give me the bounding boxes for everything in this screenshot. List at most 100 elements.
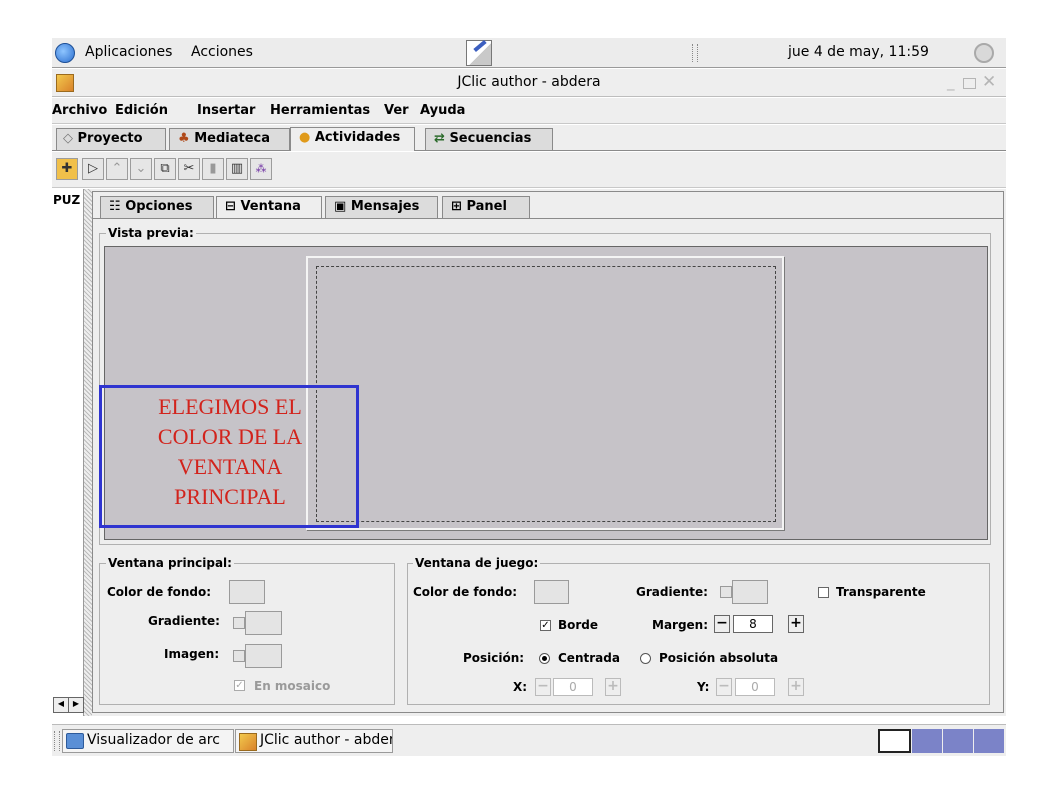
up-arrow-icon[interactable]: ⌃ bbox=[106, 158, 128, 180]
y-label: Y: bbox=[697, 680, 710, 694]
options-icon: ☷ bbox=[109, 199, 121, 214]
file-viewer-icon bbox=[66, 733, 84, 749]
tab-mensajes[interactable]: ▣ Mensajes bbox=[325, 196, 438, 218]
tab-actividades[interactable]: ● Actividades bbox=[290, 127, 415, 151]
applications-menu[interactable]: Aplicaciones bbox=[85, 44, 172, 60]
mosaic-checkbox[interactable]: ✓ bbox=[234, 680, 245, 691]
shuffle-icon[interactable]: ⁂ bbox=[250, 158, 272, 180]
tab-panel[interactable]: ⊞ Panel bbox=[442, 196, 530, 218]
margin-decrement-button[interactable]: − bbox=[714, 615, 730, 633]
annotation-line-1: ELEGIMOS EL bbox=[158, 394, 302, 419]
paste-icon[interactable]: ▮ bbox=[202, 158, 224, 180]
margin-input[interactable]: 8 bbox=[733, 615, 773, 633]
annotation-line-4: PRINCIPAL bbox=[174, 484, 286, 509]
main-image-checkbox[interactable] bbox=[233, 650, 245, 662]
activities-icon: ● bbox=[299, 130, 311, 145]
task-file-viewer[interactable]: Visualizador de arc bbox=[62, 729, 234, 753]
actions-menu[interactable]: Acciones bbox=[191, 44, 253, 60]
media-icon: ♣ bbox=[178, 131, 190, 146]
top-panel: Aplicaciones Acciones jue 4 de may, 11:5… bbox=[52, 38, 1006, 68]
game-bg-color-swatch[interactable] bbox=[534, 580, 569, 604]
maximize-icon[interactable] bbox=[963, 78, 976, 89]
close-icon[interactable]: ✕ bbox=[982, 72, 996, 92]
x-increment-button[interactable]: + bbox=[605, 678, 621, 696]
x-label: X: bbox=[513, 680, 528, 694]
menu-ayuda[interactable]: Ayuda bbox=[420, 103, 465, 118]
x-decrement-button[interactable]: − bbox=[535, 678, 551, 696]
tab-panel-label: Panel bbox=[466, 199, 507, 214]
tab-opciones[interactable]: ☷ Opciones bbox=[100, 196, 214, 218]
annotation-text: ELEGIMOS EL COLOR DE LA VENTANA PRINCIPA… bbox=[130, 392, 330, 512]
transparent-label: Transparente bbox=[836, 585, 926, 599]
main-window-legend: Ventana principal: bbox=[106, 556, 234, 570]
main-bg-color-swatch[interactable] bbox=[229, 580, 265, 604]
main-gradient-swatch[interactable] bbox=[245, 611, 282, 635]
border-checkbox[interactable]: ✓ bbox=[540, 620, 551, 631]
border-label: Borde bbox=[558, 618, 599, 632]
absolute-position-radio[interactable] bbox=[640, 653, 651, 664]
x-input[interactable]: 0 bbox=[553, 678, 593, 696]
clock[interactable]: jue 4 de may, 11:59 bbox=[788, 44, 929, 60]
absolute-position-label: Posición absoluta bbox=[659, 651, 779, 665]
main-gradient-checkbox[interactable] bbox=[233, 617, 245, 629]
workspace-3[interactable] bbox=[943, 729, 973, 753]
transparent-checkbox[interactable] bbox=[818, 587, 829, 598]
activity-list[interactable]: PUZ ◀ ▶ bbox=[52, 189, 84, 716]
window-title: JClic author - abdera bbox=[457, 74, 601, 90]
tab-secuencias[interactable]: ⇄ Secuencias bbox=[425, 128, 553, 150]
text-editor-launcher-icon[interactable] bbox=[466, 39, 492, 66]
taskbar: Visualizador de arc JClic author - abder bbox=[52, 724, 1006, 756]
tab-ventana-label: Ventana bbox=[240, 199, 301, 214]
menu-insertar[interactable]: Insertar bbox=[197, 103, 255, 118]
preview-legend: Vista previa: bbox=[106, 226, 196, 240]
sequences-icon: ⇄ bbox=[434, 131, 445, 146]
tab-mensajes-label: Mensajes bbox=[350, 199, 420, 214]
annotation-line-2: COLOR DE LA bbox=[157, 424, 303, 449]
menu-edicion[interactable]: Edición bbox=[115, 103, 168, 118]
workspace-4[interactable] bbox=[974, 729, 1004, 753]
scroll-left-icon[interactable]: ◀ bbox=[53, 697, 69, 713]
position-label: Posición: bbox=[463, 651, 525, 665]
cut-icon[interactable]: ✂ bbox=[178, 158, 200, 180]
menu-archivo[interactable]: Archivo bbox=[52, 103, 107, 118]
volume-icon[interactable] bbox=[974, 43, 994, 63]
workspace-1[interactable] bbox=[878, 729, 911, 753]
taskbar-handle-icon[interactable] bbox=[54, 731, 60, 751]
game-window-legend: Ventana de juego: bbox=[413, 556, 541, 570]
delete-icon[interactable]: ▥ bbox=[226, 158, 248, 180]
jclic-task-icon bbox=[239, 733, 257, 751]
mosaic-label: En mosaico bbox=[254, 679, 331, 693]
list-item[interactable]: PUZ bbox=[53, 193, 83, 207]
y-increment-button[interactable]: + bbox=[788, 678, 804, 696]
gnome-foot-icon[interactable] bbox=[55, 43, 75, 63]
margin-increment-button[interactable]: + bbox=[788, 615, 804, 633]
game-bg-color-label: Color de fondo: bbox=[413, 585, 518, 599]
task-file-viewer-label: Visualizador de arc bbox=[87, 732, 220, 748]
workspace-2[interactable] bbox=[912, 729, 942, 753]
tab-proyecto[interactable]: ◇ Proyecto bbox=[56, 128, 166, 150]
down-arrow-icon[interactable]: ⌄ bbox=[130, 158, 152, 180]
tab-mediateca[interactable]: ♣ Mediateca bbox=[169, 128, 290, 150]
scroll-right-icon[interactable]: ▶ bbox=[68, 697, 84, 713]
main-tab-bar: ◇ Proyecto ♣ Mediateca ● Actividades ⇄ S… bbox=[52, 125, 1006, 151]
panel-handle-icon[interactable] bbox=[692, 44, 698, 62]
game-gradient-swatch[interactable] bbox=[732, 580, 768, 604]
new-activity-icon[interactable]: ✚ bbox=[56, 158, 78, 180]
game-gradient-checkbox[interactable] bbox=[720, 586, 732, 598]
task-jclic-author[interactable]: JClic author - abder bbox=[235, 729, 393, 753]
y-input[interactable]: 0 bbox=[735, 678, 775, 696]
menu-ver[interactable]: Ver bbox=[384, 103, 409, 118]
tab-ventana[interactable]: ⊟ Ventana bbox=[216, 196, 322, 219]
window-titlebar[interactable]: JClic author - abdera _ ✕ bbox=[52, 69, 1006, 97]
window-icon: ⊟ bbox=[225, 199, 236, 214]
menu-herramientas[interactable]: Herramientas bbox=[270, 103, 370, 118]
minimize-icon[interactable]: _ bbox=[947, 73, 955, 91]
menu-bar: Archivo Edición Insertar Herramientas Ve… bbox=[52, 98, 1006, 124]
play-icon[interactable]: ▷ bbox=[82, 158, 104, 180]
y-decrement-button[interactable]: − bbox=[716, 678, 732, 696]
splitter[interactable] bbox=[84, 189, 92, 716]
main-image-selector[interactable] bbox=[245, 644, 282, 668]
copy-icon[interactable]: ⧉ bbox=[154, 158, 176, 180]
task-jclic-author-label: JClic author - abder bbox=[260, 732, 393, 748]
centered-radio[interactable] bbox=[539, 653, 550, 664]
